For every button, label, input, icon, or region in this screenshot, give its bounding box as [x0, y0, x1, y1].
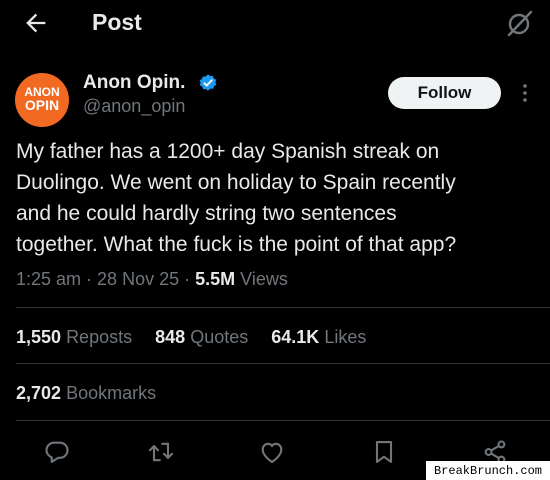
- tweet-meta: 1:25 am · 28 Nov 25 · 5.5M Views: [16, 269, 288, 290]
- bookmarks-count: 2,702: [16, 383, 62, 403]
- divider: [16, 420, 550, 421]
- author-handle[interactable]: @anon_opin: [83, 96, 185, 117]
- quotes-label: Quotes: [190, 327, 249, 347]
- views-label: Views: [240, 269, 288, 289]
- meta-separator: ·: [179, 269, 196, 289]
- likes-stat[interactable]: 64.1K Likes: [271, 327, 366, 347]
- quotes-count: 848: [155, 327, 186, 347]
- more-options-icon[interactable]: [515, 81, 535, 105]
- bookmark-icon[interactable]: [370, 438, 398, 466]
- avatar[interactable]: ANON OPIN: [15, 73, 69, 127]
- likes-count: 64.1K: [271, 327, 320, 347]
- engagement-stats: 1,550 Reposts 848 Quotes 64.1K Likes: [16, 327, 384, 348]
- reposts-count: 1,550: [16, 327, 62, 347]
- avatar-logo: ANON OPIN: [24, 85, 60, 113]
- tweet-date[interactable]: 28 Nov 25: [97, 269, 179, 289]
- like-icon[interactable]: [258, 438, 286, 466]
- back-arrow-icon[interactable]: [22, 9, 50, 37]
- watermark-text: BreakBrunch.com: [426, 461, 550, 480]
- quotes-stat[interactable]: 848 Quotes: [155, 327, 248, 347]
- header-bar: Post: [0, 0, 550, 46]
- bookmarks-stat[interactable]: 2,702 Bookmarks: [16, 383, 156, 404]
- tweet-time[interactable]: 1:25 am: [16, 269, 81, 289]
- reposts-label: Reposts: [66, 327, 133, 347]
- divider: [16, 363, 550, 364]
- verified-badge-icon: [198, 73, 218, 93]
- likes-label: Likes: [324, 327, 367, 347]
- tweet-text: My father has a 1200+ day Spanish streak…: [16, 140, 457, 256]
- bookmarks-label: Bookmarks: [66, 383, 157, 403]
- page-title: Post: [92, 9, 142, 35]
- meta-separator: ·: [81, 269, 98, 289]
- views-count: 5.5M: [195, 269, 236, 289]
- reposts-stat[interactable]: 1,550 Reposts: [16, 327, 132, 347]
- repost-icon[interactable]: [147, 438, 175, 466]
- author-display-name[interactable]: Anon Opin.: [83, 72, 185, 94]
- divider: [16, 307, 550, 308]
- reply-icon[interactable]: [43, 438, 71, 466]
- grok-icon[interactable]: [505, 8, 535, 38]
- follow-button[interactable]: Follow: [388, 77, 501, 109]
